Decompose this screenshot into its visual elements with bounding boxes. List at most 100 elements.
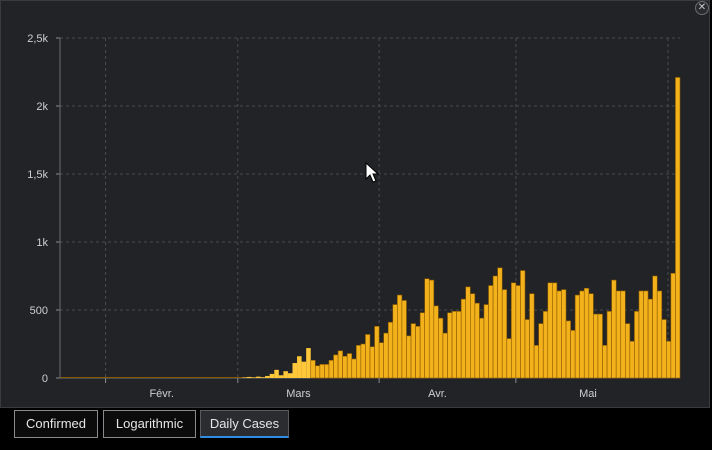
bar[interactable]	[246, 376, 252, 378]
bar[interactable]	[542, 311, 549, 379]
bar[interactable]	[265, 375, 270, 378]
bar[interactable]	[442, 332, 448, 379]
bar[interactable]	[292, 363, 298, 378]
bar[interactable]	[638, 290, 644, 379]
bar[interactable]	[634, 311, 640, 379]
bar[interactable]	[274, 369, 279, 378]
bar[interactable]	[410, 323, 416, 379]
bar[interactable]	[574, 294, 581, 379]
bar[interactable]	[488, 285, 494, 379]
bar[interactable]	[511, 282, 517, 379]
bar[interactable]	[579, 290, 585, 379]
bar[interactable]	[406, 335, 412, 379]
bar[interactable]	[474, 302, 480, 379]
bar[interactable]	[624, 323, 631, 379]
bar[interactable]	[492, 275, 498, 379]
bar[interactable]	[419, 312, 426, 379]
bar[interactable]	[565, 320, 571, 379]
bar[interactable]	[620, 290, 626, 379]
bar[interactable]	[501, 289, 508, 379]
bar[interactable]	[428, 279, 435, 379]
bar[interactable]	[515, 285, 521, 379]
bar[interactable]	[392, 304, 398, 379]
bar[interactable]	[278, 375, 284, 378]
bar[interactable]	[342, 355, 348, 379]
bar[interactable]	[397, 294, 403, 379]
bar[interactable]	[675, 77, 681, 379]
bar[interactable]	[433, 305, 439, 379]
bar[interactable]	[597, 313, 603, 379]
bar[interactable]	[670, 272, 676, 379]
bar[interactable]	[611, 279, 617, 379]
bar[interactable]	[260, 377, 266, 378]
bar[interactable]	[256, 376, 261, 378]
bar[interactable]	[319, 364, 325, 379]
bar[interactable]	[424, 278, 430, 379]
bar[interactable]	[314, 365, 321, 379]
bar[interactable]	[533, 345, 539, 379]
bar[interactable]	[324, 364, 330, 379]
bar[interactable]	[465, 286, 471, 379]
bar[interactable]	[383, 332, 389, 379]
bar[interactable]	[593, 313, 599, 379]
bar[interactable]	[647, 298, 653, 379]
bar[interactable]	[615, 290, 622, 379]
bar[interactable]	[497, 267, 503, 379]
bar[interactable]	[460, 298, 467, 379]
bar[interactable]	[451, 311, 457, 379]
bar[interactable]	[297, 356, 302, 378]
bar[interactable]	[456, 311, 462, 379]
bar[interactable]	[561, 289, 567, 379]
bar[interactable]	[538, 323, 544, 379]
bar[interactable]	[520, 270, 526, 379]
bar[interactable]	[447, 312, 453, 379]
bar[interactable]	[369, 346, 375, 379]
bar[interactable]	[242, 377, 247, 378]
tab-logarithmic[interactable]: Logarithmic	[103, 410, 196, 438]
bar[interactable]	[306, 348, 311, 378]
bar[interactable]	[415, 326, 421, 379]
bar[interactable]	[583, 287, 590, 379]
bar[interactable]	[652, 275, 658, 379]
bar[interactable]	[656, 290, 663, 379]
bar[interactable]	[356, 345, 362, 379]
bar[interactable]	[360, 343, 366, 379]
bar[interactable]	[643, 290, 649, 379]
bar[interactable]	[283, 371, 288, 378]
tab-confirmed[interactable]: Confirmed	[14, 410, 98, 438]
bar[interactable]	[333, 354, 339, 379]
bar[interactable]	[469, 293, 476, 379]
bar[interactable]	[346, 353, 353, 379]
bar[interactable]	[251, 377, 257, 378]
bar[interactable]	[351, 358, 357, 379]
bar[interactable]	[556, 290, 562, 379]
bar[interactable]	[401, 300, 407, 379]
bar[interactable]	[529, 293, 535, 379]
bar[interactable]	[524, 319, 530, 379]
bar[interactable]	[552, 282, 558, 379]
bar[interactable]	[479, 317, 485, 379]
bar[interactable]	[602, 345, 608, 379]
bar[interactable]	[629, 340, 635, 379]
bar[interactable]	[483, 304, 489, 379]
bar[interactable]	[287, 373, 293, 378]
bar[interactable]	[301, 361, 307, 378]
daily-cases-chart: 0 500 1k 1,5k 2k 2,5k Févr. Mars Avr. Mai	[27, 33, 681, 400]
bar[interactable]	[337, 350, 343, 379]
bar[interactable]	[310, 360, 316, 379]
bar[interactable]	[547, 282, 553, 379]
bar[interactable]	[269, 373, 275, 378]
bar[interactable]	[328, 360, 334, 379]
bar[interactable]	[570, 330, 576, 379]
bar[interactable]	[506, 338, 512, 379]
bar[interactable]	[661, 319, 667, 379]
bar[interactable]	[438, 317, 444, 379]
bar[interactable]	[387, 321, 394, 379]
bar[interactable]	[374, 326, 380, 379]
bar[interactable]	[666, 340, 672, 379]
bar[interactable]	[378, 342, 384, 379]
bar[interactable]	[606, 311, 612, 379]
tab-daily-cases[interactable]: Daily Cases	[200, 410, 289, 438]
bar[interactable]	[588, 293, 594, 379]
bar[interactable]	[365, 334, 371, 379]
